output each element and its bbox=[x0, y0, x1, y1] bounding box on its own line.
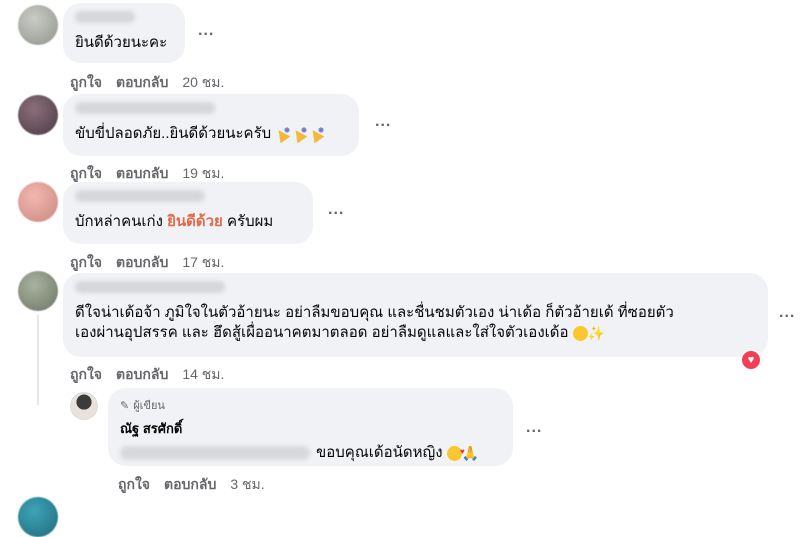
more-options-button[interactable]: ... bbox=[375, 113, 391, 131]
reply-author-name[interactable]: ณัฐ สรศักดิ์ bbox=[120, 418, 501, 439]
blurred-mention bbox=[120, 446, 310, 461]
author-badge-label: ผู้เขียน bbox=[133, 400, 165, 412]
comment-actions: ถูกใจ ตอบกลับ 14 ชม. bbox=[70, 364, 238, 386]
comment-text-start: บักหล่าคนเก่ง bbox=[75, 213, 168, 230]
comment-text-end: ครับผม bbox=[222, 213, 274, 230]
pencil-icon: ✎ bbox=[120, 399, 130, 412]
comment-bubble: ขับขี่ปลอดภัย..ยินดีด้วยนะครับ bbox=[63, 94, 359, 156]
comment-text: บักหล่าคนเก่ง ยินดีด้วย ครับผม bbox=[75, 212, 301, 232]
comment-text: ยินดีด้วยนะคะ bbox=[75, 34, 168, 51]
reply-button[interactable]: ตอบกลับ bbox=[116, 366, 168, 382]
comment-actions: ถูกใจ ตอบกลับ 17 ชม. bbox=[70, 252, 238, 274]
reply-button[interactable]: ตอบกลับ bbox=[116, 74, 168, 90]
like-button[interactable]: ถูกใจ bbox=[70, 254, 102, 270]
timestamp[interactable]: 14 ชม. bbox=[182, 366, 224, 382]
blurred-commenter-name[interactable] bbox=[75, 11, 135, 23]
more-options-button[interactable]: ... bbox=[526, 419, 542, 437]
author-avatar[interactable] bbox=[70, 392, 98, 420]
like-button[interactable]: ถูกใจ bbox=[70, 165, 102, 181]
like-button[interactable]: ถูกใจ bbox=[70, 366, 102, 382]
reply-button[interactable]: ตอบกลับ bbox=[116, 165, 168, 181]
love-reaction-icon[interactable]: ♥ bbox=[740, 349, 762, 371]
reply-bubble: ✎ ผู้เขียน ณัฐ สรศักดิ์ ขอบคุณเด้อนัดหญิง… bbox=[108, 388, 513, 466]
blurred-commenter-name[interactable] bbox=[75, 190, 205, 202]
party-popper-icon bbox=[275, 126, 291, 142]
comment-bubble: ยินดีด้วยนะคะ bbox=[63, 3, 185, 63]
comment-bubble: บักหล่าคนเก่ง ยินดีด้วย ครับผม bbox=[63, 182, 313, 244]
smiling-face-with-hearts-icon bbox=[446, 442, 465, 462]
comment-text-content: เองผ่านอุปสรรค และ ฮึดสู้เผื่ออนาคตมาตลอ… bbox=[75, 324, 569, 341]
blurred-commenter-name[interactable] bbox=[75, 281, 225, 293]
commenter-avatar[interactable] bbox=[18, 271, 58, 311]
party-popper-icon bbox=[309, 126, 325, 142]
reply-button[interactable]: ตอบกลับ bbox=[164, 476, 216, 492]
more-options-button[interactable]: ... bbox=[198, 22, 214, 40]
timestamp[interactable]: 3 ชม. bbox=[230, 476, 264, 492]
more-options-button[interactable]: ... bbox=[328, 201, 344, 219]
timestamp[interactable]: 19 ชม. bbox=[182, 165, 224, 181]
commenter-avatar[interactable] bbox=[18, 5, 58, 45]
like-button[interactable]: ถูกใจ bbox=[118, 476, 150, 492]
comment-text: ขับขี่ปลอดภัย..ยินดีด้วยนะครับ bbox=[75, 124, 347, 144]
reply-text: ขอบคุณเด้อนัดหญิง 🙏 bbox=[120, 442, 501, 463]
comment-actions: ถูกใจ ตอบกลับ 20 ชม. bbox=[70, 72, 238, 94]
thread-line bbox=[37, 315, 39, 405]
more-options-button[interactable]: ... bbox=[779, 304, 795, 322]
timestamp[interactable]: 20 ชม. bbox=[182, 74, 224, 90]
party-popper-emojis bbox=[275, 126, 325, 142]
party-popper-icon bbox=[292, 126, 308, 142]
reply-button[interactable]: ตอบกลับ bbox=[116, 254, 168, 270]
reply-text-content: ขอบคุณเด้อนัดหญิง bbox=[316, 444, 443, 461]
commenter-avatar[interactable] bbox=[18, 95, 58, 135]
comment-text-line-2: เองผ่านอุปสรรค และ ฮึดสู้เผื่ออนาคตมาตลอ… bbox=[75, 323, 756, 343]
highlighted-text: ยินดีด้วย bbox=[167, 213, 223, 230]
comment-bubble: ดีใจน่าเด้อจ้า ภูมิใจในตัวอ้ายนะ อย่าลืม… bbox=[63, 273, 768, 357]
blurred-commenter-name[interactable] bbox=[75, 102, 215, 114]
reply-actions: ถูกใจ ตอบกลับ 3 ชม. bbox=[118, 474, 279, 496]
comment-text-content: ขับขี่ปลอดภัย..ยินดีด้วยนะครับ bbox=[75, 125, 272, 142]
timestamp[interactable]: 17 ชม. bbox=[182, 254, 224, 270]
like-button[interactable]: ถูกใจ bbox=[70, 74, 102, 90]
smiling-face-icon bbox=[572, 325, 588, 341]
sparkles-icon: ✨ bbox=[587, 325, 606, 342]
author-badge: ✎ ผู้เขียน bbox=[120, 396, 501, 414]
commenter-avatar[interactable] bbox=[18, 182, 58, 222]
commenter-avatar[interactable] bbox=[18, 497, 58, 537]
comment-text-line-1: ดีใจน่าเด้อจ้า ภูมิใจในตัวอ้ายนะ อย่าลืม… bbox=[75, 304, 674, 321]
